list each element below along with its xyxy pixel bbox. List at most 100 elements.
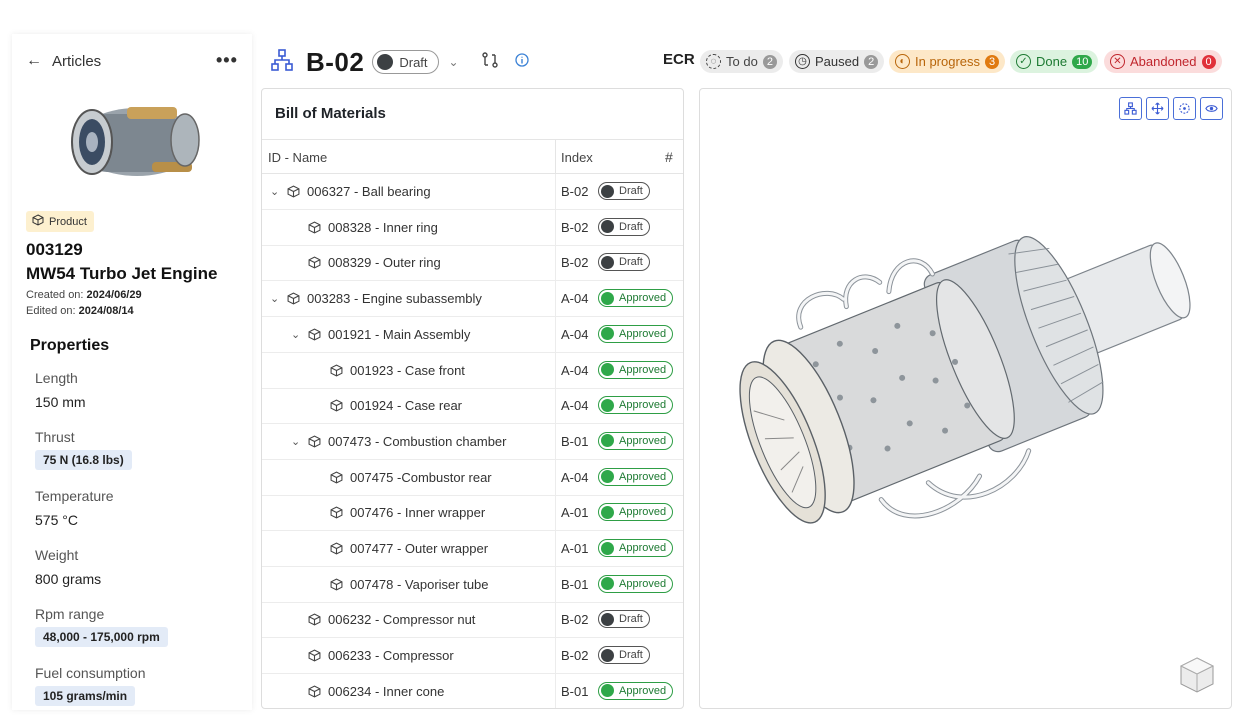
column-divider xyxy=(555,388,556,424)
part-index: A-04 xyxy=(561,291,589,307)
bom-row[interactable]: 001923 - Case front A-04 Approved xyxy=(262,352,683,389)
engine-3d-model[interactable] xyxy=(720,229,1220,569)
part-index: B-02 xyxy=(561,648,589,664)
ecr-status-done[interactable]: ✓ Done 10 xyxy=(1010,50,1099,73)
status-badge: Approved xyxy=(598,431,674,450)
ecr-status-paused[interactable]: ◷ Paused 2 xyxy=(789,50,885,73)
status-badge: Draft xyxy=(598,646,650,665)
col-header-number[interactable]: # xyxy=(665,149,673,165)
back-to-articles-link[interactable]: ← Articles xyxy=(26,52,101,70)
chevron-down-icon[interactable]: ⌄ xyxy=(449,55,459,69)
article-sidebar: ← Articles ••• Product 003129 MW54 Turbo… xyxy=(12,34,252,710)
part-index: B-01 xyxy=(561,683,589,699)
bom-row[interactable]: 006232 - Compressor nut B-02 Draft xyxy=(262,602,683,639)
status-badge-label: Draft xyxy=(619,256,643,269)
hierarchy-icon[interactable] xyxy=(270,48,294,77)
bom-row[interactable]: ⌄ 006327 - Ball bearing B-02 Draft xyxy=(262,174,683,210)
column-divider xyxy=(555,602,556,638)
bom-row[interactable]: 007475 -Combustor rear A-04 Approved xyxy=(262,459,683,496)
article-name: MW54 Turbo Jet Engine xyxy=(26,264,218,283)
bom-row[interactable]: 007476 - Inner wrapper A-01 Approved xyxy=(262,495,683,532)
property-value: 75 N (16.8 lbs) xyxy=(35,450,132,470)
bom-row[interactable]: 008329 - Outer ring B-02 Draft xyxy=(262,245,683,282)
status-badge-label: Approved xyxy=(619,292,667,305)
chevron-down-icon[interactable]: ⌄ xyxy=(270,292,280,305)
bom-row[interactable]: ⌄ 003283 - Engine subassembly A-04 Approved xyxy=(262,281,683,318)
column-divider xyxy=(555,423,556,459)
part-name: 001921 - Main Assembly xyxy=(328,326,471,342)
bom-row[interactable]: ⌄ 007473 - Combustion chamber B-01 Approved xyxy=(262,423,683,460)
ecr-status-abandoned[interactable]: ✕ Abandoned 0 xyxy=(1104,50,1222,73)
bom-row[interactable]: 006233 - Compressor B-02 Draft xyxy=(262,638,683,675)
property-label: Weight xyxy=(35,547,79,563)
status-badge-label: Approved xyxy=(619,363,667,376)
hierarchy-icon[interactable] xyxy=(1119,97,1142,120)
part-index: A-04 xyxy=(561,398,589,414)
approved-dot-icon xyxy=(601,363,614,376)
ecr-status-label: In progress xyxy=(915,54,981,69)
ecr-status-label: Abandoned xyxy=(1130,54,1197,69)
bill-of-materials-panel: Bill of Materials ID - Name Index # ⌄ 006… xyxy=(261,88,684,709)
part-box-icon xyxy=(287,185,300,198)
column-divider xyxy=(555,281,556,317)
status-badge: Draft xyxy=(598,217,650,236)
focus-icon[interactable] xyxy=(1173,97,1196,120)
ecr-status-to-do[interactable]: ◌ To do 2 xyxy=(700,50,783,73)
chevron-down-icon[interactable]: ⌄ xyxy=(270,185,280,198)
part-index: B-02 xyxy=(561,219,589,235)
chevron-down-icon[interactable]: ⌄ xyxy=(291,328,301,341)
abandoned-x-circle-icon: ✕ xyxy=(1110,54,1125,69)
part-box-icon xyxy=(330,471,343,484)
ecr-status-count: 2 xyxy=(762,54,777,69)
column-divider xyxy=(555,495,556,531)
chevron-down-icon[interactable]: ⌄ xyxy=(291,435,301,448)
column-divider xyxy=(555,638,556,674)
status-badge-label: Approved xyxy=(619,577,667,590)
draft-dot-icon xyxy=(601,220,614,234)
bom-row[interactable]: 001924 - Case rear A-04 Approved xyxy=(262,388,683,425)
more-options-button[interactable]: ••• xyxy=(216,50,238,71)
part-name: 006232 - Compressor nut xyxy=(328,612,476,628)
3d-viewer[interactable] xyxy=(699,88,1232,709)
view-cube-icon[interactable] xyxy=(1174,652,1220,698)
bom-row[interactable]: ⌄ 001921 - Main Assembly A-04 Approved xyxy=(262,316,683,353)
property-label: Thrust xyxy=(35,429,75,445)
bom-row[interactable]: 007477 - Outer wrapper A-01 Approved xyxy=(262,531,683,567)
part-box-icon xyxy=(308,328,321,341)
status-badge: Draft xyxy=(598,182,650,200)
part-box-icon xyxy=(308,613,321,626)
move-icon[interactable] xyxy=(1146,97,1169,120)
col-header-index[interactable]: Index xyxy=(561,150,593,165)
col-header-name[interactable]: ID - Name xyxy=(268,150,327,165)
approved-dot-icon xyxy=(601,470,614,484)
paused-timer-icon: ◷ xyxy=(795,54,810,69)
part-box-icon xyxy=(308,435,321,448)
property-value: 105 grams/min xyxy=(35,686,136,706)
status-badge-label: Draft xyxy=(619,649,643,662)
part-box-icon xyxy=(308,256,321,269)
approved-dot-icon xyxy=(601,327,614,341)
bom-row[interactable]: 007478 - Vaporiser tube B-01 Approved xyxy=(262,566,683,603)
box-icon xyxy=(32,214,44,229)
draft-dot-icon xyxy=(601,184,614,198)
draft-status-icon xyxy=(377,54,394,70)
status-badge-label: Approved xyxy=(619,506,667,519)
part-box-icon xyxy=(330,363,343,377)
column-divider xyxy=(555,245,556,281)
properties-heading: Properties xyxy=(30,337,110,354)
ecr-status-in-progress[interactable]: ◐ In progress 3 xyxy=(889,50,1006,73)
status-dropdown[interactable]: Draft xyxy=(372,50,439,74)
info-icon[interactable] xyxy=(514,52,529,72)
eye-icon[interactable] xyxy=(1200,97,1223,120)
status-badge-label: Draft xyxy=(619,613,643,626)
part-index: A-04 xyxy=(561,362,589,378)
column-divider xyxy=(555,566,556,602)
bom-row[interactable]: 006234 - Inner cone B-01 Approved xyxy=(262,673,683,708)
part-name: 007478 - Vaporiser tube xyxy=(350,576,489,592)
part-index: B-02 xyxy=(561,612,589,628)
part-index: A-01 xyxy=(561,541,589,556)
compare-icon[interactable] xyxy=(481,51,499,74)
column-divider xyxy=(555,352,556,388)
bom-row[interactable]: 008328 - Inner ring B-02 Draft xyxy=(262,209,683,246)
status-badge: Approved xyxy=(598,289,674,308)
